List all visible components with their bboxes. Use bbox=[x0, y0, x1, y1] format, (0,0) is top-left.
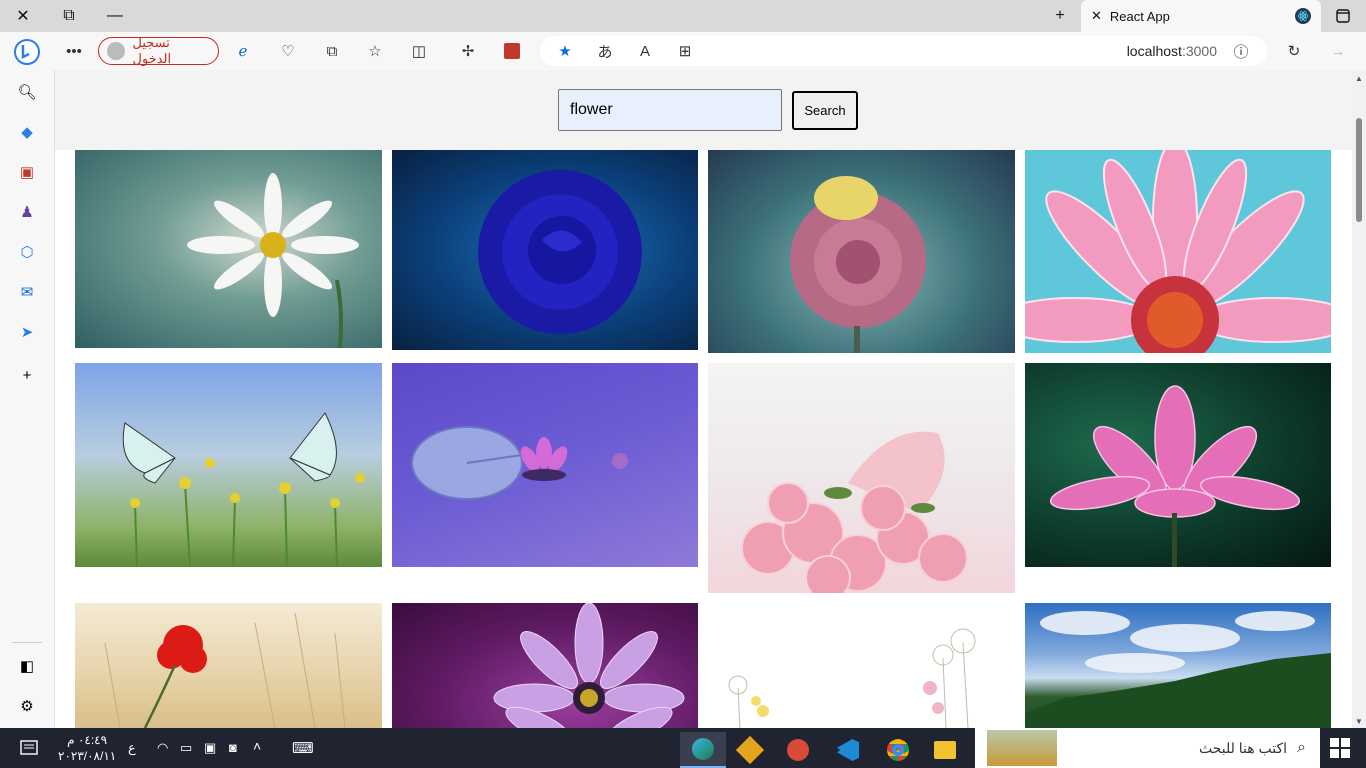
meet-icon[interactable]: ◙ bbox=[229, 740, 237, 755]
taskbar-mail-icon[interactable] bbox=[775, 732, 821, 768]
photo-white-flowers[interactable] bbox=[708, 603, 1015, 728]
site-info-icon[interactable]: ⓘ bbox=[1229, 39, 1253, 63]
ie-mode-icon[interactable]: ℯ bbox=[231, 39, 255, 63]
signin-button[interactable]: تسجيل الدخول bbox=[98, 35, 219, 66]
taskbar-search-placeholder: اكتب هنا للبحث bbox=[1198, 739, 1288, 756]
show-hidden-icons-icon[interactable]: ˄ bbox=[253, 738, 261, 754]
taskbar-dev-tool-icon[interactable] bbox=[727, 732, 773, 768]
taskbar-vscode-icon[interactable] bbox=[825, 732, 871, 768]
add-sidebar-icon[interactable]: + bbox=[17, 365, 37, 385]
notifications-icon[interactable] bbox=[18, 738, 40, 760]
taskbar-explorer-icon[interactable] bbox=[922, 732, 968, 768]
photo-water-lily[interactable] bbox=[392, 363, 698, 567]
search-highlight-image bbox=[987, 730, 1057, 766]
photo-pink-bouquet[interactable] bbox=[708, 363, 1015, 593]
page-scrollbar[interactable]: ▲ ▼ bbox=[1352, 70, 1366, 728]
search-input[interactable] bbox=[558, 89, 782, 131]
minimize-window-button[interactable]: — bbox=[92, 0, 138, 32]
address-bar[interactable]: ★ あ A ⊞ localhost:3000 ⓘ bbox=[540, 36, 1267, 66]
touch-keyboard-icon[interactable]: ⌨ bbox=[292, 739, 314, 757]
taskbar-chrome-icon[interactable] bbox=[875, 732, 921, 768]
restore-window-button[interactable]: ⧉ bbox=[46, 0, 92, 32]
scroll-down-icon[interactable]: ▼ bbox=[1355, 717, 1363, 726]
collections-icon[interactable]: ⧉ bbox=[320, 39, 344, 63]
title-bar: ✕ ⧉ — + ✕ React App bbox=[0, 0, 1366, 32]
search-icon[interactable]: 🔍︎ bbox=[17, 82, 37, 102]
photo-pink-lotus[interactable] bbox=[1025, 363, 1331, 567]
photo-pink-gerbera[interactable] bbox=[1025, 150, 1331, 353]
favorites-icon[interactable]: ☆ bbox=[363, 39, 387, 63]
photo-white-daisy[interactable] bbox=[75, 150, 382, 348]
performance-icon[interactable]: ♡ bbox=[276, 39, 300, 63]
hide-sidebar-icon[interactable]: ◧ bbox=[17, 656, 37, 676]
scroll-up-icon[interactable]: ▲ bbox=[1355, 74, 1363, 83]
extensions-icon[interactable]: ✢ bbox=[456, 39, 480, 63]
taskbar-search-icon: ⌕ bbox=[1297, 739, 1306, 756]
url-host: localhost bbox=[1126, 43, 1182, 59]
photo-sky-forest[interactable] bbox=[1025, 603, 1331, 728]
office-icon[interactable]: ⬡ bbox=[17, 242, 37, 262]
more-menu-icon[interactable]: ••• bbox=[62, 39, 86, 63]
refresh-icon[interactable]: ↻ bbox=[1282, 39, 1306, 63]
volume-icon[interactable]: ▣ bbox=[204, 740, 216, 756]
taskbar-edge-icon[interactable] bbox=[680, 732, 726, 768]
app-available-icon[interactable]: ⊞ bbox=[673, 39, 697, 63]
close-window-button[interactable]: ✕ bbox=[0, 0, 46, 32]
browser-tab[interactable]: ✕ React App bbox=[1081, 0, 1321, 32]
taskbar-search-box[interactable]: اكتب هنا للبحث ⌕ bbox=[975, 728, 1320, 768]
search-area: Search bbox=[55, 70, 1352, 150]
tab-title: React App bbox=[1109, 8, 1170, 24]
signin-label: تسجيل الدخول bbox=[132, 35, 172, 66]
outlook-icon[interactable]: ✉ bbox=[17, 282, 37, 302]
forward-icon[interactable]: → bbox=[1326, 39, 1350, 63]
battery-icon[interactable]: ▭ bbox=[180, 740, 192, 756]
tools-icon[interactable]: ▣ bbox=[17, 162, 37, 182]
windows-start-icon[interactable] bbox=[1330, 738, 1350, 758]
bing-icon[interactable] bbox=[12, 37, 42, 67]
photo-purple-daisy[interactable] bbox=[392, 603, 698, 728]
windows-taskbar: ٠٤:٤٩ م ٢٠٢٣/٠٨/١١ ع ◠ ▭ ▣ ◙ ˄ ⌨ اكتب هن… bbox=[0, 728, 1366, 768]
avatar bbox=[107, 42, 125, 60]
clock-time: ٠٤:٤٩ م bbox=[67, 733, 108, 747]
photo-pink-rose[interactable] bbox=[708, 150, 1015, 353]
favorite-star-icon[interactable]: ★ bbox=[553, 39, 577, 63]
search-button[interactable]: Search bbox=[792, 91, 858, 130]
new-tab-button[interactable]: + bbox=[1037, 0, 1083, 32]
photo-red-poppy[interactable] bbox=[75, 603, 382, 728]
shopping-tag-icon[interactable]: ◆ bbox=[17, 122, 37, 142]
page-content: Search bbox=[55, 70, 1352, 728]
translate-icon[interactable]: あ bbox=[593, 39, 617, 63]
clock-date: ٢٠٢٣/٠٨/١١ bbox=[58, 749, 117, 763]
edge-sidebar: 🔍︎ ◆ ▣ ♟ ⬡ ✉ ➤ + ◧ ⚙ bbox=[0, 70, 55, 728]
url-port: :3000 bbox=[1181, 43, 1217, 59]
close-tab-icon[interactable]: ✕ bbox=[1091, 8, 1102, 24]
clock[interactable]: ٠٤:٤٩ م ٢٠٢٣/٠٨/١١ bbox=[58, 732, 116, 764]
scrollbar-thumb[interactable] bbox=[1356, 118, 1362, 222]
send-icon[interactable]: ➤ bbox=[17, 322, 37, 342]
games-icon[interactable]: ♟ bbox=[17, 202, 37, 222]
read-aloud-icon[interactable]: A bbox=[633, 39, 657, 63]
photo-butterflies[interactable] bbox=[75, 363, 382, 567]
url-text: localhost:3000 bbox=[1127, 43, 1217, 59]
sidebar-divider bbox=[12, 642, 42, 643]
tab-actions-icon[interactable] bbox=[1320, 0, 1366, 32]
split-screen-icon[interactable]: ◫ bbox=[407, 39, 431, 63]
photo-blue-rose[interactable] bbox=[392, 150, 698, 350]
settings-icon[interactable]: ⚙ bbox=[17, 696, 37, 716]
extension-app-icon[interactable] bbox=[500, 39, 524, 63]
react-icon bbox=[1295, 8, 1311, 24]
browser-toolbar: ••• تسجيل الدخول ℯ ♡ ⧉ ☆ ◫ ✢ ★ あ A ⊞ loc… bbox=[0, 32, 1366, 70]
wifi-icon[interactable]: ◠ bbox=[157, 740, 168, 756]
input-language[interactable]: ع bbox=[128, 740, 136, 756]
